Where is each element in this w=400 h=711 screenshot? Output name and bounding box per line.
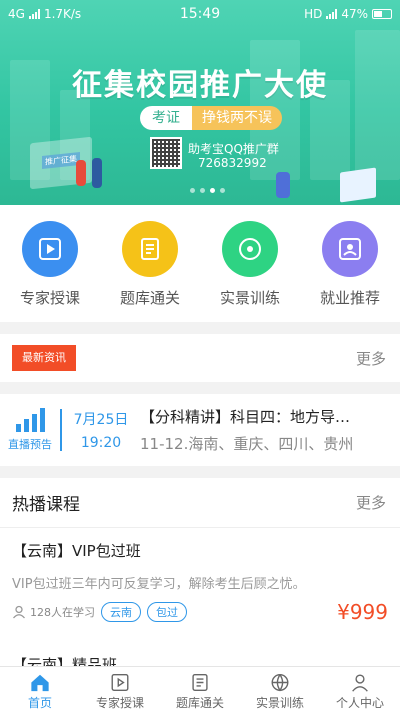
entry-expert-lectures[interactable]: 专家授课	[0, 205, 100, 322]
document-icon	[122, 221, 178, 277]
carousel-dot[interactable]	[190, 188, 195, 193]
home-icon	[31, 674, 49, 692]
banner-tag-left: 考证	[140, 106, 192, 130]
disc-icon	[222, 221, 278, 277]
carousel-dot[interactable]	[220, 188, 225, 193]
learner-count: 128人在学习	[30, 606, 95, 619]
course-tag: 包过	[147, 602, 187, 622]
tab-question-bank[interactable]: 题库通关	[160, 667, 240, 711]
live-label: 直播预告	[8, 438, 52, 451]
play-icon	[22, 221, 78, 277]
qq-group-number: 726832992	[198, 156, 267, 170]
course-price: ¥999	[337, 600, 388, 624]
live-datetime: 7月25日 19:20	[60, 409, 132, 451]
signal-bars-icon	[15, 408, 45, 432]
document-icon	[192, 674, 208, 691]
live-date: 7月25日	[73, 412, 129, 428]
news-badge: 最新资讯	[12, 345, 76, 371]
live-preview[interactable]: 直播预告 7月25日 19:20 【分科精讲】科目四：地方导… 11-12.海南…	[0, 394, 400, 466]
entry-label: 专家授课	[19, 289, 80, 307]
quick-entry-row: 专家授课 题库通关 实景训练 就业推荐	[0, 205, 400, 322]
tab-label: 首页	[27, 696, 52, 710]
news-bar[interactable]: 最新资讯 更多	[0, 334, 400, 382]
tab-label: 个人中心	[335, 696, 384, 710]
person-illustration	[276, 172, 290, 198]
tab-label: 题库通关	[175, 696, 224, 710]
courses-more-link[interactable]: 更多	[356, 492, 386, 513]
bottom-tab-bar: 首页 专家授课 题库通关 实景训练 个人中心	[0, 666, 400, 711]
play-icon	[111, 674, 129, 691]
banner-title: 征集校园推广大使	[72, 68, 328, 103]
qq-group-label: 助考宝QQ推广群	[188, 142, 279, 156]
course-title: 【云南】VIP包过班	[12, 542, 141, 560]
qr-code	[150, 137, 182, 169]
tab-practical-training[interactable]: 实景训练	[240, 667, 320, 711]
entry-label: 实景训练	[219, 289, 280, 307]
live-title: 【分科精讲】科目四：地方导…	[140, 408, 351, 426]
banner-tag-right: 挣钱两不误	[192, 106, 282, 130]
user-icon	[352, 674, 368, 692]
course-description: VIP包过班三年内可反复学习，解除考生后顾之忧。	[12, 577, 306, 592]
tab-home[interactable]: 首页	[0, 667, 80, 711]
cube-illustration	[340, 167, 376, 203]
live-preview-badge: 直播预告	[0, 408, 60, 452]
person-card-icon	[322, 221, 378, 277]
banner-tag: 考证 挣钱两不误	[140, 106, 282, 130]
person-illustration	[92, 158, 102, 188]
course-card[interactable]: 【云南】VIP包过班 VIP包过班三年内可反复学习，解除考生后顾之忧。 128人…	[0, 528, 400, 624]
tab-profile[interactable]: 个人中心	[320, 667, 400, 711]
section-title: 热播课程	[12, 495, 80, 515]
tab-expert-lectures[interactable]: 专家授课	[80, 667, 160, 711]
carousel-dots[interactable]	[190, 188, 225, 193]
user-icon	[13, 605, 25, 619]
carousel-dot[interactable]	[200, 188, 205, 193]
carousel-dot[interactable]	[210, 188, 215, 193]
entry-practical-training[interactable]: 实景训练	[200, 205, 300, 322]
promo-banner[interactable]: 征集校园推广大使 考证 挣钱两不误 助考宝QQ推广群 726832992 推广征…	[0, 0, 400, 205]
entry-question-bank[interactable]: 题库通关	[100, 205, 200, 322]
tab-label: 实景训练	[255, 696, 304, 710]
course-tag: 云南	[101, 602, 141, 622]
entry-label: 就业推荐	[319, 289, 380, 307]
entry-job-recommend[interactable]: 就业推荐	[300, 205, 400, 322]
tab-label: 专家授课	[95, 696, 144, 710]
status-bar: 4G 1.7K/s 15:49 HD 47%	[0, 0, 400, 28]
entry-label: 题库通关	[119, 289, 180, 307]
live-time: 19:20	[80, 435, 122, 451]
person-illustration	[76, 160, 86, 186]
battery-icon	[372, 9, 392, 19]
news-more-link[interactable]: 更多	[356, 348, 386, 369]
hot-courses-section: 热播课程 更多 【云南】VIP包过班 VIP包过班三年内可反复学习，解除考生后顾…	[0, 478, 400, 674]
clock: 15:49	[179, 6, 221, 22]
live-subtitle: 11-12.海南、重庆、四川、贵州	[140, 435, 354, 453]
board-label: 推广征集	[42, 152, 80, 169]
globe-icon	[271, 674, 289, 692]
